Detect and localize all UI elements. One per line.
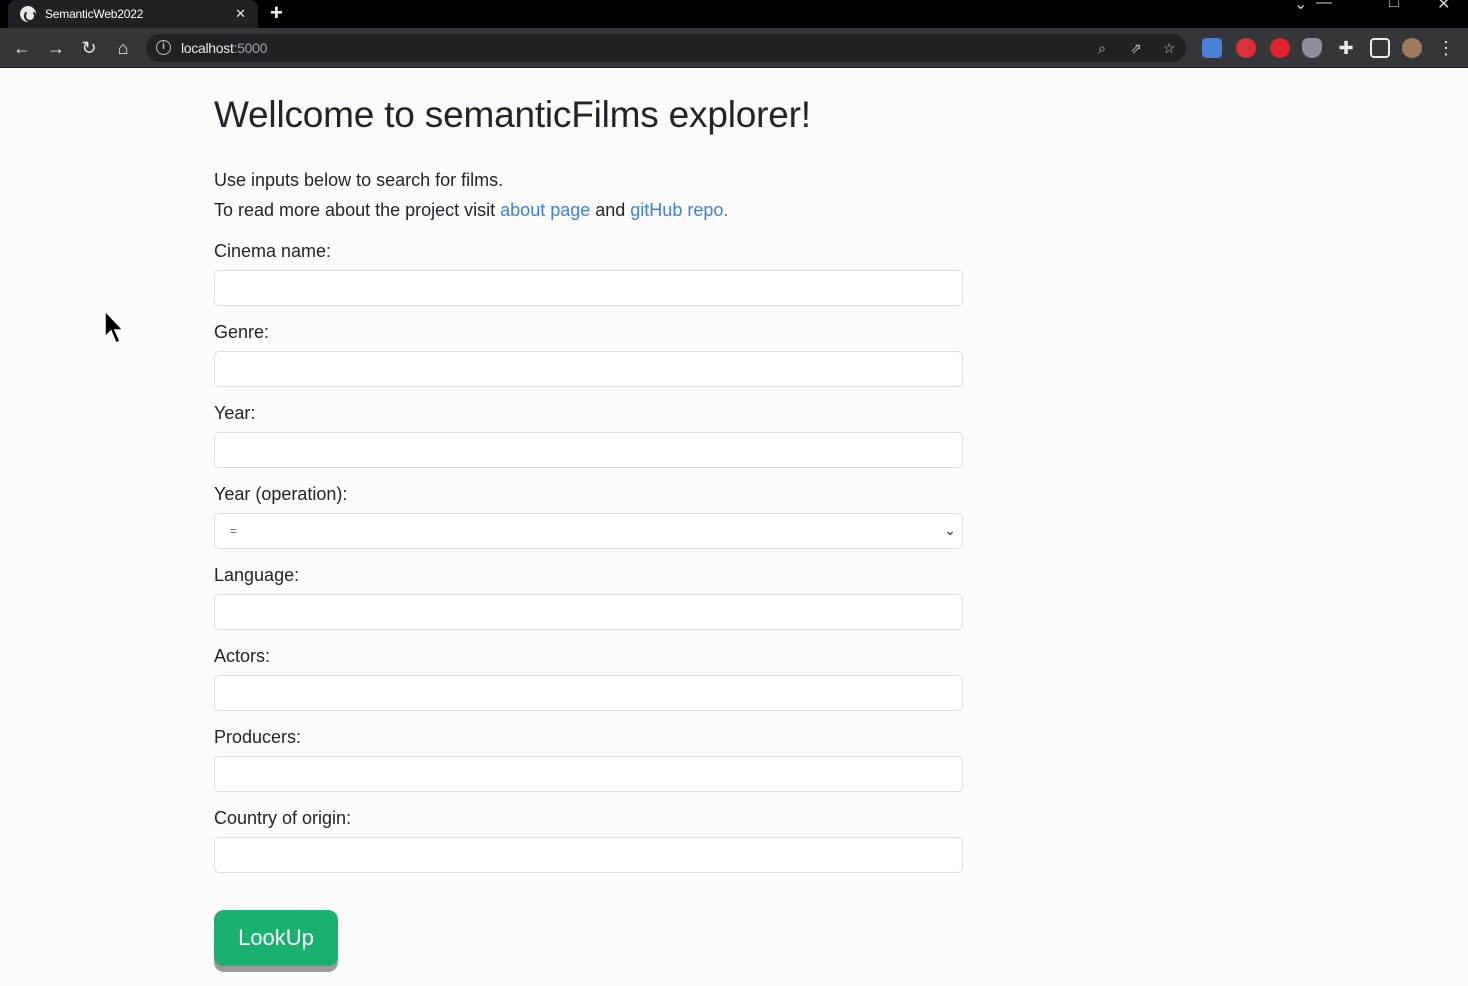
tab-title: SemanticWeb2022 — [45, 7, 144, 21]
cinema-name-label: Cinema name: — [214, 241, 332, 261]
year-operation-value: = — [230, 524, 238, 538]
about-page-link[interactable]: about page — [500, 200, 590, 220]
genre-input[interactable] — [214, 351, 963, 387]
year-operation-select[interactable]: = ⌄ — [214, 513, 963, 549]
year-operation-label: Year (operation): — [214, 484, 348, 504]
producers-label: Producers: — [214, 727, 302, 747]
country-label: Country of origin: — [214, 808, 352, 828]
language-label: Language: — [214, 565, 300, 585]
profile-avatar[interactable] — [1402, 38, 1422, 58]
year-label: Year: — [214, 403, 256, 423]
bookmark-star-icon[interactable]: ☆ — [1159, 38, 1179, 58]
browser-toolbar: ← → ↻ ⌂ i localhost:5000 ⌕ ⇗ ☆ ✚ ⋮ — [0, 28, 1468, 68]
browser-tabbar: SemanticWeb2022 ✕ + ⌄ — □ ✕ — [0, 0, 1468, 28]
zoom-icon[interactable]: ⌕ — [1092, 38, 1112, 58]
address-bar[interactable]: i localhost:5000 ⌕ ⇗ ☆ — [146, 34, 1186, 62]
country-input[interactable] — [214, 837, 963, 873]
menu-kebab-icon[interactable]: ⋮ — [1434, 36, 1458, 60]
intro-text: Use inputs below to search for films. To… — [214, 165, 728, 225]
site-info-icon[interactable]: i — [156, 40, 171, 55]
year-input[interactable] — [214, 432, 963, 468]
extension-red-icon[interactable] — [1270, 38, 1290, 58]
intro-line-1: Use inputs below to search for films. — [214, 170, 504, 190]
lookup-button[interactable]: LookUp — [214, 910, 338, 966]
window-close-icon[interactable]: ✕ — [1437, 0, 1450, 14]
browser-tab[interactable]: SemanticWeb2022 ✕ — [8, 0, 258, 28]
actors-input[interactable] — [214, 675, 963, 711]
genre-label: Genre: — [214, 322, 270, 342]
translate-extension-icon[interactable] — [1202, 38, 1222, 58]
github-repo-link[interactable]: gitHub repo — [630, 200, 723, 220]
producers-input[interactable] — [214, 756, 963, 792]
share-icon[interactable]: ⇗ — [1126, 38, 1146, 58]
adblock-extension-icon[interactable] — [1236, 38, 1256, 58]
chevron-down-icon: ⌄ — [944, 522, 956, 538]
intro-line-2: To read more about the project visit abo… — [214, 200, 729, 220]
forward-arrow-icon[interactable]: → — [44, 36, 68, 60]
side-panel-icon[interactable] — [1370, 38, 1390, 58]
cinema-name-input[interactable] — [214, 270, 963, 306]
tab-search-icon[interactable]: ⌄ — [1294, 0, 1307, 14]
globe-icon — [20, 6, 36, 22]
home-icon[interactable]: ⌂ — [111, 36, 135, 60]
url-text[interactable]: localhost:5000 — [181, 40, 267, 56]
reload-icon[interactable]: ↻ — [77, 36, 101, 60]
new-tab-button[interactable]: + — [270, 1, 283, 25]
mouse-cursor-icon — [104, 310, 125, 345]
actors-label: Actors: — [214, 646, 271, 666]
language-input[interactable] — [214, 594, 963, 630]
maximize-icon[interactable]: □ — [1389, 0, 1399, 12]
page-title: Wellcome to semanticFilms explorer! — [214, 94, 811, 135]
minimize-icon[interactable]: — — [1316, 0, 1332, 12]
extensions-puzzle-icon[interactable]: ✚ — [1334, 36, 1358, 60]
close-tab-icon[interactable]: ✕ — [235, 6, 246, 22]
back-arrow-icon[interactable]: ← — [10, 36, 34, 60]
shield-extension-icon[interactable] — [1302, 38, 1322, 58]
